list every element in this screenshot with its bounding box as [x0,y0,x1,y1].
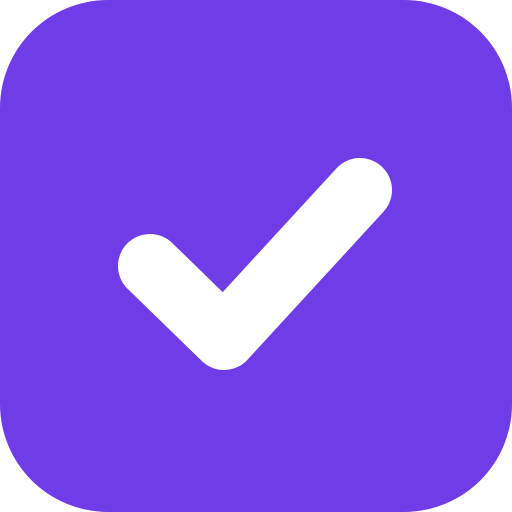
checkbox-checked-icon[interactable] [0,0,512,512]
checkbox-icon-svg [0,0,512,512]
